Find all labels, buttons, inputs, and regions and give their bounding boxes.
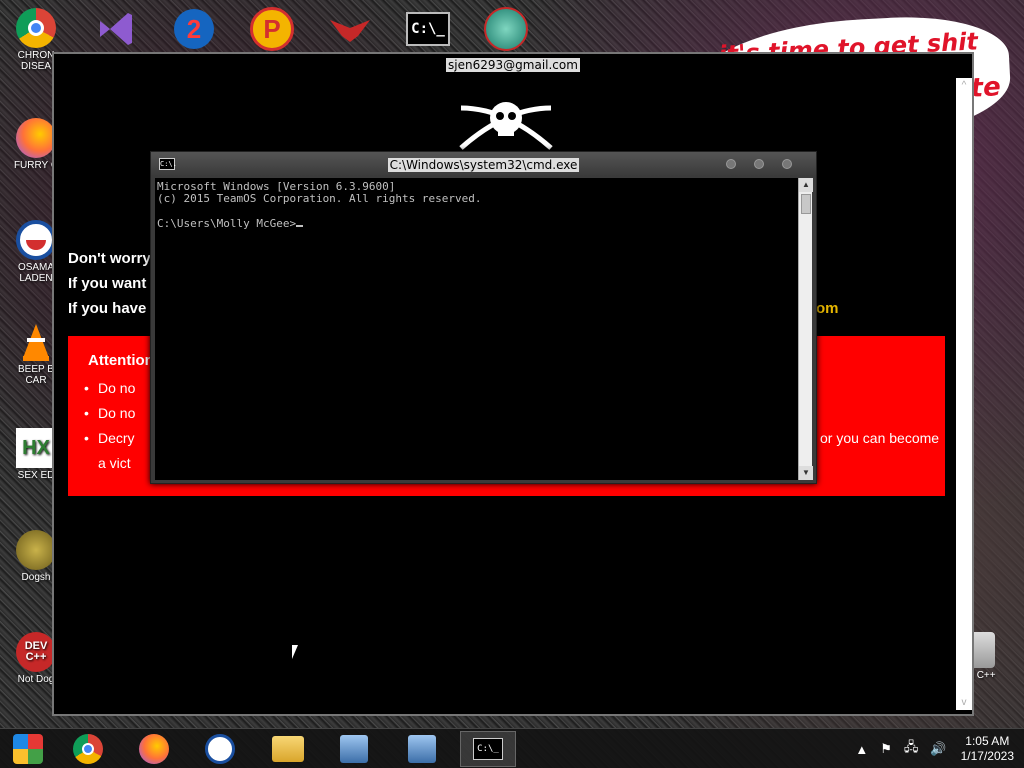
devcpp-icon: DEV C++	[16, 632, 56, 672]
attention-bullet-continuation: a vict	[98, 455, 131, 471]
taskbar-clock[interactable]: 1:05 AM 1/17/2023	[961, 734, 1014, 764]
firefox-icon	[16, 118, 56, 158]
attention-bullet-tail: or you can become	[820, 430, 940, 446]
cmd-window[interactable]: C:\. C:\Windows\system32\cmd.exe Microso…	[150, 151, 817, 484]
attention-bullet: Do no	[84, 405, 135, 421]
taskbar-start-button[interactable]	[0, 731, 56, 767]
installer-icon	[340, 735, 368, 763]
taskbar-chrome[interactable]	[60, 731, 116, 767]
minimize-button[interactable]	[726, 159, 736, 169]
bubble-text-2: te	[969, 72, 1002, 104]
game-2-icon[interactable]: 2	[170, 6, 218, 52]
p-game-icon[interactable]: P	[248, 6, 296, 52]
firefox-icon	[139, 734, 169, 764]
scroll-thumb[interactable]	[801, 194, 811, 214]
ransom-line-2: If you want	[68, 275, 147, 292]
text-cursor	[296, 217, 304, 227]
scroll-down-icon[interactable]: ▼	[799, 466, 813, 480]
start-orb-icon	[13, 734, 43, 764]
taskbar-firefox[interactable]	[126, 731, 182, 767]
santa-ball-icon[interactable]	[482, 6, 530, 52]
visual-studio-icon[interactable]	[92, 6, 140, 52]
clock-date: 1/17/2023	[960, 749, 1014, 763]
chrome-icon	[16, 8, 56, 48]
mouse-pointer-icon	[292, 645, 304, 659]
network-icon[interactable]: 🖧	[904, 738, 919, 760]
vlc-cone-icon	[16, 322, 56, 362]
chrome-icon	[73, 734, 103, 764]
taskbar-installer-1[interactable]	[326, 731, 382, 767]
volume-icon[interactable]: 🔊	[930, 741, 946, 757]
scroll-up-icon[interactable]: ▲	[799, 178, 813, 192]
obama-logo-icon	[205, 734, 235, 764]
ransom-line-3: If you have	[68, 300, 147, 317]
folder-icon	[272, 736, 304, 762]
show-hidden-icons-icon[interactable]: ▲	[855, 742, 868, 757]
taskbar-installer-2[interactable]	[394, 731, 450, 767]
console-prompt-line[interactable]: C:\Users\Molly McGee>	[157, 217, 796, 230]
bird-emblem-icon[interactable]	[326, 6, 374, 52]
action-center-flag-icon[interactable]: ⚑	[880, 741, 892, 757]
cmd-icon: C:\_	[473, 738, 503, 760]
attention-heading: Attention	[88, 352, 154, 369]
attention-bullet: Do no	[84, 380, 135, 396]
ransom-window-scrollbar[interactable]: ^ v	[956, 78, 972, 710]
console-line-copyright: (c) 2015 TeamOS Corporation. All rights …	[157, 192, 482, 205]
taskbar-obama[interactable]	[192, 731, 248, 767]
obama-logo-icon	[16, 220, 56, 260]
system-tray: ▲ ⚑ 🖧 🔊 1:05 AM 1/17/2023	[849, 729, 1014, 768]
close-button[interactable]	[782, 159, 792, 169]
attention-bullet: Decry	[84, 430, 134, 446]
cmd-titlebar[interactable]: C:\. C:\Windows\system32\cmd.exe	[151, 152, 816, 176]
clock-time: 1:05 AM	[965, 734, 1010, 748]
cmd-shortcut-icon[interactable]: C:\_	[404, 6, 452, 52]
dog-icon	[16, 530, 56, 570]
scroll-up-icon[interactable]: ^	[956, 80, 972, 91]
taskbar: C:\_ ▲ ⚑ 🖧 🔊 1:05 AM 1/17/2023	[0, 728, 1024, 768]
maximize-button[interactable]	[754, 159, 764, 169]
scroll-down-icon[interactable]: v	[956, 697, 972, 708]
cmd-scrollbar[interactable]: ▲ ▼	[798, 178, 813, 480]
ransom-window-title: sjen6293@gmail.com	[446, 58, 580, 72]
cmd-window-title: C:\Windows\system32\cmd.exe	[387, 158, 580, 172]
taskbar-explorer[interactable]	[260, 731, 316, 767]
ransom-line-1: Don't worry	[68, 250, 151, 267]
cmd-console[interactable]: Microsoft Windows [Version 6.3.9600] (c) …	[155, 178, 798, 480]
hx-icon: HX	[16, 428, 56, 468]
ransom-email-link[interactable]: om	[816, 300, 839, 317]
console-prompt: C:\Users\Molly McGee>	[157, 217, 297, 230]
installer-icon	[408, 735, 436, 763]
taskbar-cmd[interactable]: C:\_	[460, 731, 516, 767]
